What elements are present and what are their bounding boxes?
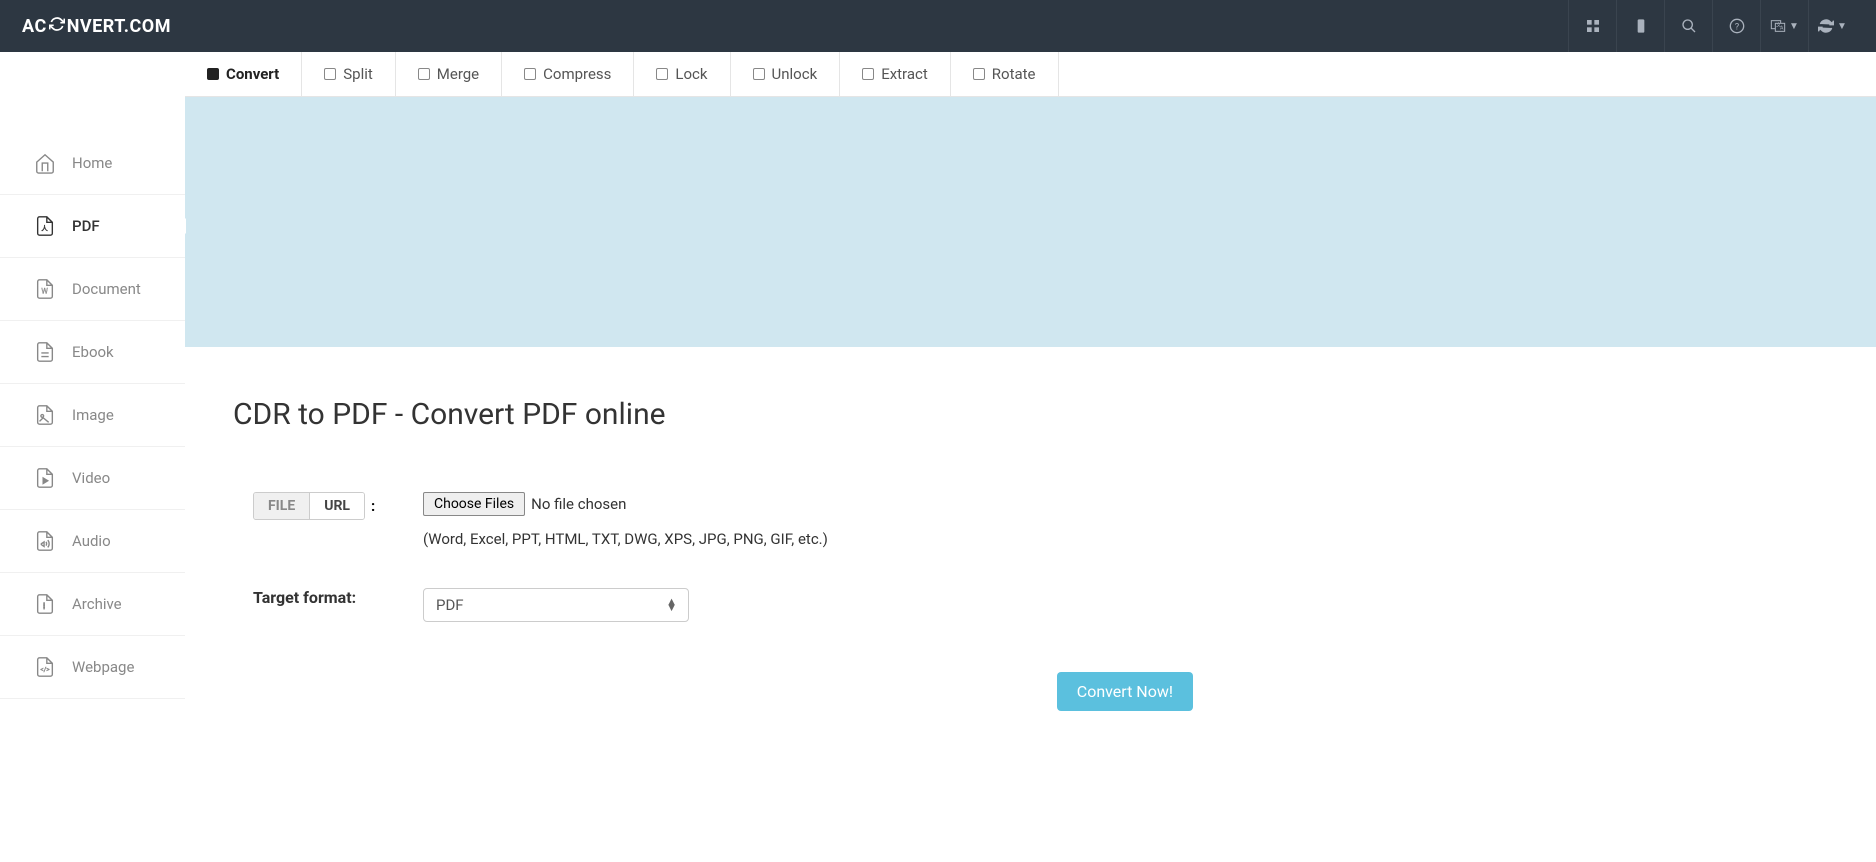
tab-label: Convert	[226, 65, 279, 83]
tab-merge[interactable]: Merge	[396, 52, 502, 96]
colon-text: :	[371, 497, 375, 515]
refresh-header-icon[interactable]: ▼	[1808, 0, 1856, 52]
site-logo[interactable]: AC NVERT.COM	[22, 16, 171, 37]
svg-text:人: 人	[41, 225, 48, 233]
tab-label: Compress	[543, 65, 611, 83]
checkbox-icon	[324, 68, 336, 80]
ad-banner	[185, 97, 1876, 347]
help-icon[interactable]: ?	[1712, 0, 1760, 52]
svg-text:W: W	[41, 287, 48, 296]
file-hint-text: (Word, Excel, PPT, HTML, TXT, DWG, XPS, …	[423, 530, 1193, 548]
sidebar-item-ebook[interactable]: Ebook	[0, 321, 185, 384]
sidebar-item-label: Ebook	[72, 343, 114, 361]
tab-lock[interactable]: Lock	[634, 52, 730, 96]
chevron-down-icon: ▼	[1789, 21, 1799, 32]
refresh-icon	[49, 16, 65, 37]
choose-files-button[interactable]: Choose Files	[423, 492, 525, 516]
target-format-select[interactable]: PDF	[423, 588, 689, 622]
sidebar-item-image[interactable]: Image	[0, 384, 185, 447]
document-icon: W	[34, 278, 56, 300]
tab-convert[interactable]: Convert	[185, 52, 302, 96]
checkbox-icon	[207, 68, 219, 80]
sidebar-item-label: Archive	[72, 595, 122, 613]
convert-now-button[interactable]: Convert Now!	[1057, 672, 1193, 711]
tab-rotate[interactable]: Rotate	[951, 52, 1059, 96]
chevron-down-icon: ▼	[1837, 21, 1847, 32]
tab-split[interactable]: Split	[302, 52, 396, 96]
ebook-icon	[34, 341, 56, 363]
sidebar-item-label: Document	[72, 280, 141, 298]
checkbox-icon	[973, 68, 985, 80]
page-title: CDR to PDF - Convert PDF online	[233, 397, 1828, 432]
source-url-button[interactable]: URL	[309, 493, 364, 519]
checkbox-icon	[656, 68, 668, 80]
sidebar-item-webpage[interactable]: </> Webpage	[0, 636, 185, 699]
svg-text:A: A	[1780, 25, 1784, 31]
sidebar-item-label: Audio	[72, 532, 111, 550]
tab-label: Unlock	[772, 65, 818, 83]
tab-label: Split	[343, 65, 373, 83]
tab-label: Lock	[675, 65, 707, 83]
sidebar-item-home[interactable]: Home	[0, 132, 185, 195]
tab-label: Merge	[437, 65, 479, 83]
header-actions: ? 文A ▼ ▼	[1568, 0, 1856, 52]
search-icon[interactable]	[1664, 0, 1712, 52]
file-status-text: No file chosen	[531, 495, 626, 513]
archive-icon	[34, 593, 56, 615]
main-content: Convert Split Merge Compress Lock Unlock…	[185, 52, 1876, 761]
sidebar-item-video[interactable]: Video	[0, 447, 185, 510]
audio-icon	[34, 530, 56, 552]
mobile-icon[interactable]	[1616, 0, 1664, 52]
checkbox-icon	[862, 68, 874, 80]
checkbox-icon	[753, 68, 765, 80]
tab-unlock[interactable]: Unlock	[731, 52, 841, 96]
header: AC NVERT.COM ? 文A ▼ ▼	[0, 0, 1876, 52]
target-format-label: Target format:	[253, 588, 356, 607]
pdf-icon: 人	[34, 215, 56, 237]
language-icon[interactable]: 文A ▼	[1760, 0, 1808, 52]
checkbox-icon	[418, 68, 430, 80]
tab-extract[interactable]: Extract	[840, 52, 951, 96]
sidebar-item-pdf[interactable]: 人 PDF	[0, 195, 185, 258]
tab-compress[interactable]: Compress	[502, 52, 634, 96]
grid-icon[interactable]	[1568, 0, 1616, 52]
webpage-icon: </>	[34, 656, 56, 678]
action-tabs: Convert Split Merge Compress Lock Unlock…	[185, 52, 1876, 97]
source-file-button[interactable]: FILE	[254, 493, 309, 519]
sidebar-item-document[interactable]: W Document	[0, 258, 185, 321]
sidebar-item-audio[interactable]: Audio	[0, 510, 185, 573]
sidebar-item-label: Home	[72, 154, 112, 172]
logo-text-2: NVERT.COM	[67, 16, 171, 37]
sidebar-item-label: Image	[72, 406, 114, 424]
sidebar-item-label: PDF	[72, 217, 100, 235]
sidebar-item-label: Webpage	[72, 658, 134, 676]
tab-label: Extract	[881, 65, 928, 83]
sidebar-item-archive[interactable]: Archive	[0, 573, 185, 636]
tab-label: Rotate	[992, 65, 1036, 83]
sidebar: Home 人 PDF W Document Ebook Image Video …	[0, 52, 185, 761]
source-toggle: FILE URL	[253, 492, 365, 520]
home-icon	[34, 152, 56, 174]
svg-text:?: ?	[1734, 21, 1739, 32]
logo-text-1: AC	[22, 16, 47, 37]
svg-text:</>: </>	[40, 666, 50, 674]
video-icon	[34, 467, 56, 489]
sidebar-item-label: Video	[72, 469, 110, 487]
checkbox-icon	[524, 68, 536, 80]
image-icon	[34, 404, 56, 426]
